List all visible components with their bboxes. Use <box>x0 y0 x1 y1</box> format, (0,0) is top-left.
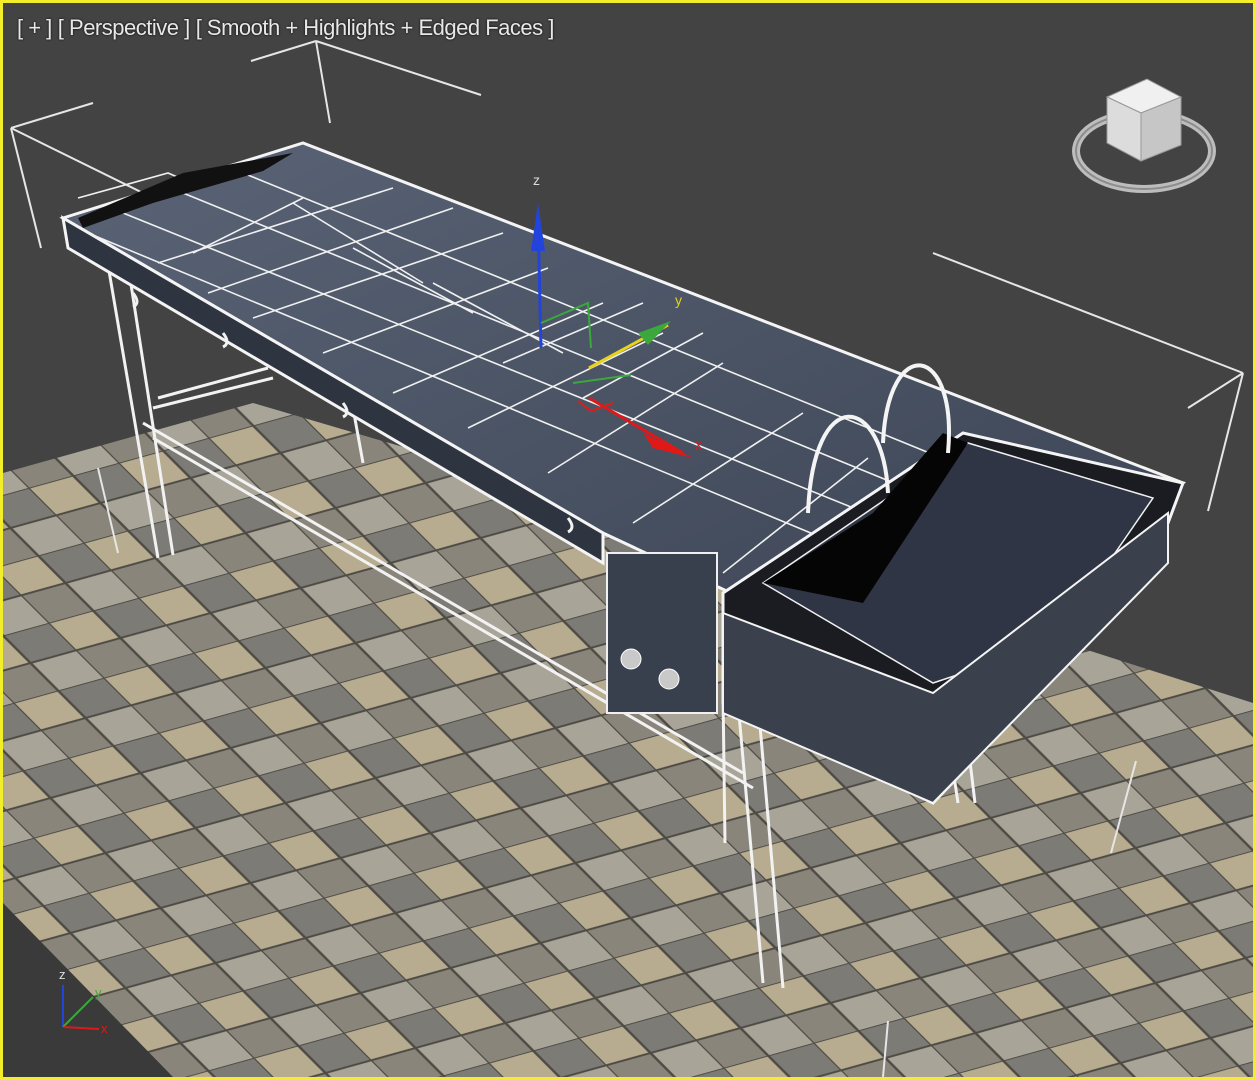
gizmo-x-label: x <box>695 436 702 452</box>
tripod-z-label: z <box>59 967 66 982</box>
control-box <box>606 552 718 714</box>
gizmo-z-arrow[interactable] <box>531 203 545 251</box>
gizmo-y-label: y <box>675 292 682 308</box>
gizmo-z-label: z <box>533 172 540 188</box>
world-axis-tripod: z y x <box>59 967 108 1036</box>
scene-canvas[interactable]: z y x <box>3 3 1253 1077</box>
control-knob-2 <box>658 668 680 690</box>
tripod-x-label: x <box>101 1021 108 1036</box>
perspective-viewport[interactable]: z y x [ + ] [ Perspective ] [ Smooth + H… <box>0 0 1256 1080</box>
viewport-menu-plus[interactable]: [ + ] <box>17 15 52 41</box>
viewport-label-bar: [ + ] [ Perspective ] [ Smooth + Highlig… <box>17 15 554 41</box>
viewcube-icon[interactable] <box>1069 69 1219 199</box>
viewport-view-type[interactable]: [ Perspective ] <box>58 15 190 41</box>
control-knob-1 <box>620 648 642 670</box>
viewport-shading-mode[interactable]: [ Smooth + Highlights + Edged Faces ] <box>196 15 555 41</box>
tripod-y-label: y <box>95 985 102 1000</box>
